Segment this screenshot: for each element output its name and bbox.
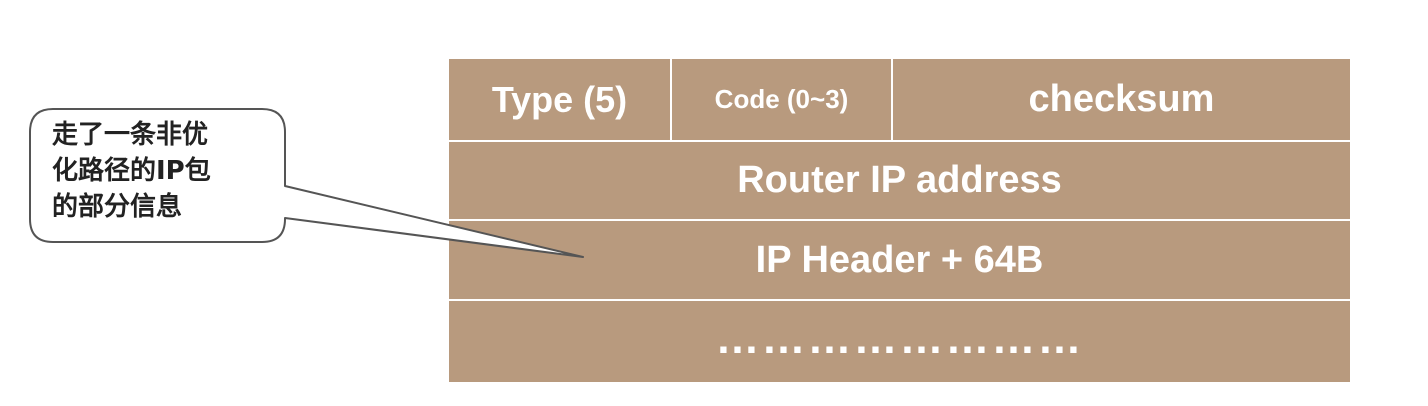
callout-text: 走了一条非优 化路径的IP包 的部分信息: [52, 120, 211, 222]
